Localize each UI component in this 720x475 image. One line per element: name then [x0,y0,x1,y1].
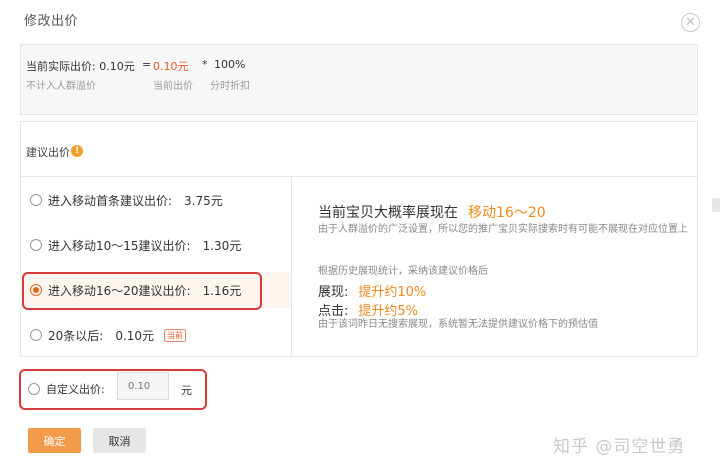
current-price-value: 0.10元 [99,60,135,73]
impression-value: 提升约10% [358,285,427,300]
crowd-premium-note: 不计入人群溢价 [26,81,96,92]
current-price-panel [20,44,698,115]
current-price-label: 当前实际出价: 0.10元 [26,60,135,73]
radio-button[interactable] [30,239,42,251]
option-label: 20条以后: [48,328,104,343]
current-bid-caption: 当前出价 [153,81,193,92]
equals-sign: = [142,58,152,71]
detail-headline: 当前宝贝大概率展现在 移动16～20 [318,205,546,221]
time-discount-value: 100% [214,58,246,71]
option-mobile-top[interactable]: 进入移动首条建议出价: 3.75元 [20,182,291,218]
selection-pointer [282,283,291,301]
dialog-title: 修改出价 [24,14,79,29]
highlight-box [19,369,207,410]
current-badge: 当前 [164,328,187,342]
position-highlight: 移动16～20 [468,205,546,221]
impression-stat: 展现: 提升约10% [318,285,427,300]
highlight-box [22,272,262,310]
scrollbar-handle[interactable] [712,198,720,212]
times-sign: * [202,58,208,71]
option-label: 进入移动首条建议出价: [48,193,173,208]
detail-desc: 由于该词昨日无搜索展现，系统暂无法提供建议价格下的预估值 [318,319,598,330]
radio-button[interactable] [30,194,42,206]
confirm-button[interactable]: 确定 [28,428,81,453]
option-value: 1.30元 [202,238,242,253]
current-bid-value: 0.10元 [153,60,189,73]
close-icon[interactable]: ✕ [681,13,700,32]
info-icon[interactable]: ! [71,145,83,157]
option-value: 0.10元 [115,328,155,343]
option-mobile-10-15[interactable]: 进入移动10～15建议出价: 1.30元 [20,227,291,263]
detail-desc: 根据历史展现统计，采纳该建议价格后 [318,266,488,277]
radio-button[interactable] [30,329,42,341]
option-label: 进入移动10～15建议出价: [48,238,191,253]
cancel-button[interactable]: 取消 [93,428,146,453]
detail-desc: 由于人群溢价的广泛设置，所以您的推广宝贝实际搜索时有可能不展现在对应位置上 [318,224,688,235]
divider [20,176,698,177]
suggested-bid-title: 建议出价 [26,146,70,159]
option-value: 3.75元 [184,193,223,208]
time-discount-caption: 分时折扣 [210,81,250,92]
option-after-20[interactable]: 20条以后: 0.10元 当前 [20,317,291,353]
divider [291,176,292,357]
watermark: 知乎 @司空世勇 [553,437,686,457]
